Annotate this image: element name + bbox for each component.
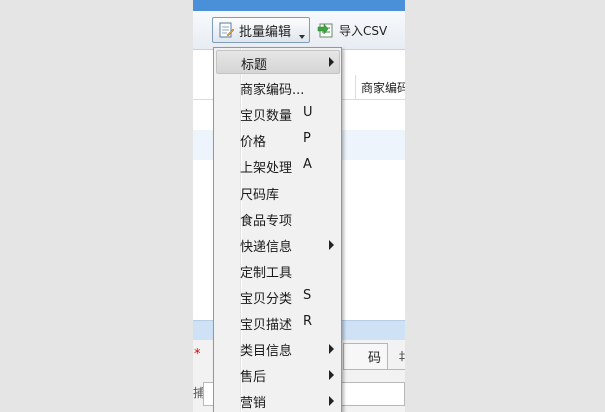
menu-item-label: 食品专项 — [240, 214, 293, 229]
menu-item[interactable]: 尺码库 — [216, 181, 340, 205]
menu-item-label: 上架处理 — [240, 161, 293, 176]
import-csv-label: 导入CSV — [339, 23, 388, 38]
menu-item[interactable]: 价格 P — [216, 128, 340, 152]
menu-item[interactable]: 宝贝数量 U — [216, 102, 340, 126]
menu-item-label: 价格 — [240, 135, 267, 150]
menu-item[interactable]: 上架处理 A — [216, 154, 340, 178]
menu-item-label: 售后 — [240, 370, 267, 385]
menu-item[interactable]: 类目信息 — [216, 337, 340, 361]
menu-item[interactable]: 快递信息 — [216, 233, 340, 257]
import-csv-icon — [317, 23, 333, 38]
menu-item-label: 尺码库 — [240, 188, 280, 203]
menu-item-label: 宝贝数量 — [240, 109, 293, 124]
import-csv-button[interactable]: 导入CSV — [317, 19, 387, 41]
menu-item[interactable]: 标题 — [216, 50, 340, 74]
batch-edit-label: 批量编辑 — [239, 24, 292, 40]
chevron-right-icon — [329, 240, 334, 250]
menu-item-shortcut: A — [303, 157, 312, 172]
chevron-right-icon — [329, 370, 334, 380]
batch-edit-button[interactable]: 批量编辑 — [212, 17, 310, 43]
chevron-right-icon — [329, 396, 334, 406]
tab-merchant-code[interactable]: 码 — [343, 343, 388, 369]
menu-item-label: 定制工具 — [240, 266, 293, 281]
menu-item-shortcut: P — [303, 131, 311, 146]
menu-item[interactable]: 宝贝描述 R — [216, 311, 340, 335]
menu-item-label: 商家编码... — [240, 83, 305, 98]
column-header-merchant-code[interactable]: 商家编码 — [361, 79, 405, 96]
detail-tabs: 码 ‡ — [343, 343, 405, 370]
menu-item[interactable]: 商家编码... — [216, 76, 340, 100]
menu-item-label: 宝贝分类 — [240, 292, 293, 307]
desktop-background-left — [0, 0, 193, 412]
required-marker: * — [194, 347, 201, 362]
menu-item-shortcut: U — [303, 105, 313, 120]
batch-edit-menu: 标题商家编码... 宝贝数量 U 价格 P 上架处理 A 尺码库食品专项快递信息定制工具宝贝分… — [213, 47, 342, 412]
menu-item-label: 标题 — [241, 58, 268, 73]
menu-item-shortcut: S — [303, 288, 312, 303]
desktop-background-right — [405, 0, 605, 412]
column-separator — [355, 75, 356, 99]
menu-item-label: 快递信息 — [240, 240, 293, 255]
menu-item[interactable]: 售后 — [216, 363, 340, 387]
toolbar: 批量编辑 导入CSV — [193, 11, 405, 50]
chevron-right-icon — [329, 57, 334, 67]
menu-item-label: 营销 — [240, 396, 267, 411]
dropdown-arrow-icon — [299, 35, 305, 39]
tab-next[interactable]: ‡ — [388, 343, 405, 369]
chevron-right-icon — [329, 344, 334, 354]
menu-item[interactable]: 定制工具 — [216, 259, 340, 283]
menu-item[interactable]: 营销 — [216, 389, 340, 412]
menu-item-label: 类目信息 — [240, 344, 293, 359]
menu-item[interactable]: 宝贝分类 S — [216, 285, 340, 309]
screen: 批量编辑 导入CSV 商家编码 * 码 ‡ 捕 标题 商家编码... 宝贝数量 … — [0, 0, 605, 412]
menu-item[interactable]: 食品专项 — [216, 207, 340, 231]
title-bar — [193, 0, 405, 11]
menu-item-label: 宝贝描述 — [240, 318, 293, 333]
menu-item-shortcut: R — [303, 314, 313, 329]
tab-label: 码 — [367, 351, 381, 366]
tab-label: ‡ — [399, 349, 405, 363]
edit-document-icon — [219, 22, 234, 38]
